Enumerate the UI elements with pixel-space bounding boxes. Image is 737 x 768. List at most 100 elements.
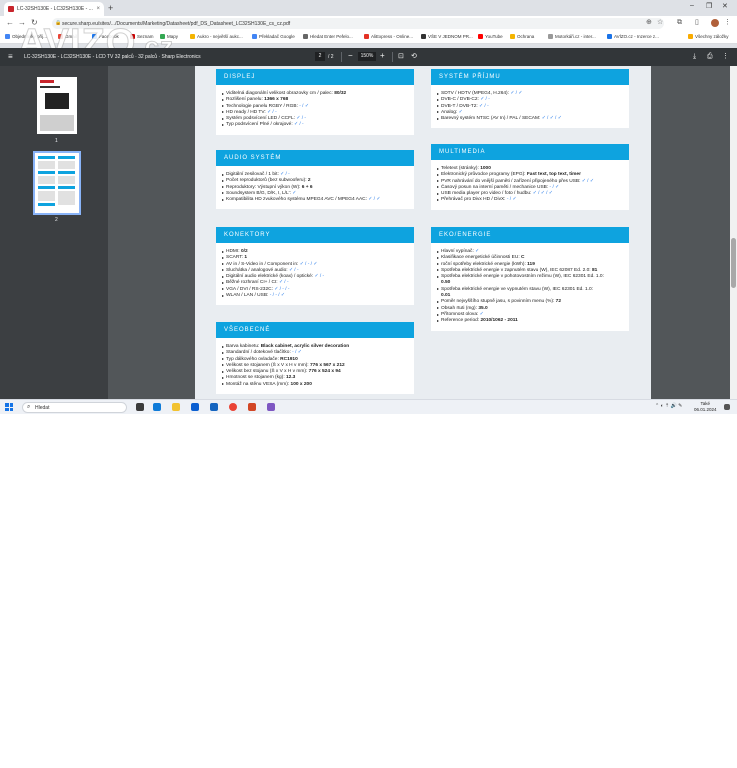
check-icon: - / - / ✓ [269, 293, 285, 299]
spec-label: Typ podsvícení Plné / okrajové: [226, 122, 293, 128]
spec-value: 1000 [480, 166, 491, 171]
check-icon: ✓ [458, 109, 463, 115]
spec-value: 119 [527, 261, 535, 267]
close-window-button[interactable]: ✕ [722, 2, 728, 10]
system-tray[interactable]: ⌃ ◐ ⇡ 🔊 ✎ [655, 403, 682, 409]
spec-value: RC1910 [280, 356, 298, 362]
minimize-button[interactable]: – [690, 2, 694, 9]
new-tab-button[interactable]: + [108, 3, 113, 13]
page-thumbnail-1[interactable] [37, 77, 77, 134]
check-icon: ✓ / - [267, 109, 277, 115]
spec-label: Barva kabinetu: [226, 344, 260, 349]
spec-label: Hlavní vypínač: [441, 249, 474, 254]
bookmark-item[interactable]: Motorkáři.cz - inter... [548, 34, 596, 39]
spec-label: Standardní / dotekové tlačítko: [226, 350, 291, 356]
bookmark-item[interactable]: Ochrana [510, 34, 534, 39]
spec-value: 1 [244, 255, 247, 261]
thumb-text-block [40, 115, 74, 131]
section-title: DISPLEJ [216, 69, 414, 85]
page-thumbnail-2[interactable] [33, 151, 81, 215]
browser-tab[interactable]: LC-32SH130E - LC32SH130E - ... × [4, 2, 104, 16]
thumb-text-block [58, 176, 75, 184]
windows-start-icon[interactable] [5, 403, 13, 411]
menu-dots-icon[interactable]: ⋮ [724, 19, 731, 27]
extensions-icon[interactable]: ⧉ [677, 19, 682, 27]
clock[interactable]: Také 06.01.2024 [694, 401, 717, 413]
sidepanel-icon[interactable]: ▯ [695, 19, 699, 27]
chrome-icon[interactable] [229, 403, 237, 411]
task-view-icon[interactable] [136, 403, 144, 411]
spec-value: 6 + 6 [301, 184, 313, 190]
bookmark-item[interactable]: YouTube [478, 34, 503, 39]
rotate-icon[interactable]: ⟲ [411, 52, 417, 61]
scrollbar-thumb[interactable] [731, 238, 736, 288]
bookmark-item[interactable]: AliExpress - Online... [364, 34, 413, 39]
spec-label: Časový posun na interní paměti / mechani… [441, 184, 549, 190]
spec-label: Hmotnost se stojanem (kg): [226, 375, 285, 381]
section-body: SDTV / HDTV (MPEG4, H.264): ✓ / ✓ DVB-C /… [431, 85, 629, 129]
zoom-out-button[interactable]: − [348, 51, 353, 61]
clock-date: 06.01.2024 [694, 407, 717, 412]
spec-label: Běžné rozhraní CI+ / CI: [226, 280, 278, 286]
bookmark-item[interactable]: AVÍZO.cz - Inzerce z... [607, 34, 659, 39]
spec-label: Spotřeba elektrické energie ve vypnutém … [441, 286, 593, 292]
store-icon[interactable] [191, 403, 199, 411]
spec-label: WLAN / LAN / USB: [226, 293, 269, 299]
more-options-icon[interactable]: ⋮ [722, 52, 729, 61]
zoom-in-button[interactable]: + [380, 51, 385, 61]
fit-page-icon[interactable]: ⊡ [398, 52, 404, 61]
zoom-icon[interactable]: ⊕ [646, 19, 652, 27]
bookmark-star-icon[interactable]: ☆ [657, 19, 663, 27]
hamburger-menu-icon[interactable]: ≡ [8, 52, 13, 61]
search-icon: ⌕ [27, 404, 31, 410]
back-icon[interactable]: ← [6, 18, 14, 28]
app-icon[interactable] [248, 403, 256, 411]
windows-taskbar: ⌕ Hledat ⌃ ◐ ⇡ 🔊 ✎ Také 06.01.2024 [0, 399, 737, 414]
bookmark-item[interactable]: Aukro - největší aukc... [190, 34, 243, 39]
bookmark-item[interactable]: Hledat Enter Pefelo... [303, 34, 353, 39]
spec-label: Poměr nejvyššího stupně jasu, s povinním… [441, 299, 555, 305]
print-icon[interactable]: ⎙ [707, 52, 713, 61]
section-body: Digitální zesilovač / 1 bit: ✓ / - Počet … [216, 166, 414, 210]
bookmark-item[interactable]: VŠE V JEDNOM PR... [421, 34, 473, 39]
thumb-tv-image [45, 93, 69, 109]
folder-icon [688, 34, 693, 39]
thumb-section [38, 156, 55, 159]
spec-label: Digitální zesilovač / 1 bit: [226, 172, 279, 177]
bookmark-item[interactable]: Překladač Google [252, 34, 295, 39]
app-icon[interactable] [267, 403, 275, 411]
file-explorer-icon[interactable] [172, 403, 180, 411]
profile-avatar[interactable] [711, 19, 719, 27]
pdf-toolbar: ≡ LC-32SH130E - LC32SH130E - LCD TV 32 p… [0, 48, 737, 66]
check-icon: ✓ [475, 249, 480, 254]
bookmark-icon [607, 34, 612, 39]
mail-icon[interactable] [210, 403, 218, 411]
zoom-level-input[interactable]: 150% [358, 52, 376, 61]
section-title: AUDIO SYSTÉM [216, 150, 414, 166]
page-number-input[interactable]: 2 [315, 52, 325, 61]
check-icon: ✓ / - [280, 172, 290, 177]
check-icon: ✓ / - [294, 122, 304, 128]
maximize-button[interactable]: ❐ [706, 2, 712, 10]
download-icon[interactable]: ⤓ [693, 52, 696, 61]
all-bookmarks[interactable]: Všechny záložky [688, 34, 729, 39]
section-konektory: KONEKTORY HDMI: 0/2 SCART: 1 AV in / S-Vid… [216, 227, 414, 306]
spec-label: Digitální audio elektrické (koax) / opti… [226, 274, 314, 280]
taskbar-search[interactable]: ⌕ Hledat [22, 402, 127, 413]
thumb-text-block [38, 191, 55, 201]
spec-item: Barevný systém NTSC (AV In) / PAL / SECA… [437, 116, 623, 122]
section-displej: DISPLEJ Viditelná diagonální velikost ob… [216, 69, 414, 135]
spec-label: Analog: [441, 109, 458, 115]
pdf-viewer[interactable]: 1 2 DISPLEJ Viditelná diagonální velikos… [0, 66, 737, 399]
bookmark-icon [421, 34, 426, 39]
scrollbar-track[interactable] [730, 66, 737, 399]
check-icon: ✓ / - [480, 97, 490, 103]
edge-icon[interactable] [153, 403, 161, 411]
section-body: Barva kabinetu: Black cabinet, acrylic s… [216, 338, 414, 395]
toolbar-divider [341, 52, 342, 62]
notification-icon[interactable] [724, 404, 730, 410]
check-icon: ✓ [479, 311, 484, 317]
check-icon: ✓ / ✓ / ✓ [541, 116, 562, 122]
search-label: Hledat [35, 404, 50, 411]
tab-close-icon[interactable]: × [96, 6, 100, 12]
